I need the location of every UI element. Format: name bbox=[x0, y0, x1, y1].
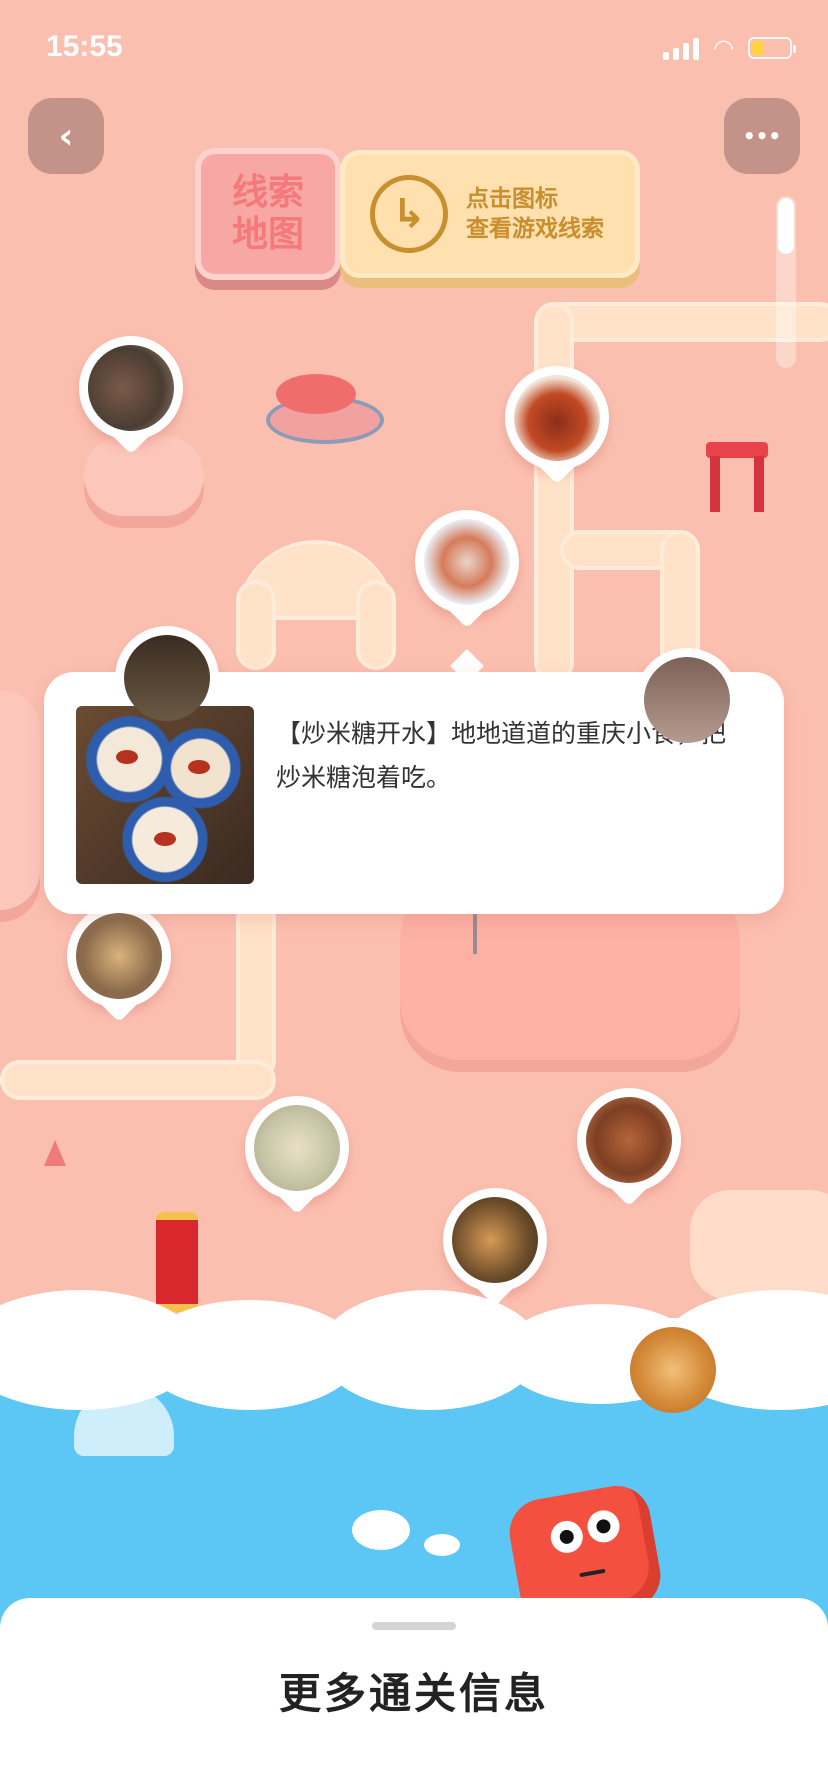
map-road bbox=[0, 1060, 276, 1100]
food-pin[interactable] bbox=[64, 904, 174, 1030]
status-icons: ◠ bbox=[663, 34, 796, 62]
clue-map-line1: 线索 bbox=[231, 172, 304, 213]
map-road bbox=[236, 900, 276, 1080]
more-icon: ••• bbox=[742, 124, 782, 148]
scrollbar-thumb[interactable] bbox=[778, 198, 794, 254]
tap-hint-line2: 查看游戏线索 bbox=[466, 216, 604, 242]
more-button[interactable]: ••• bbox=[724, 98, 800, 174]
cone-icon bbox=[44, 1140, 66, 1166]
status-time: 15:55 bbox=[46, 30, 123, 63]
small-cloud bbox=[424, 1534, 460, 1556]
food-pin[interactable] bbox=[76, 336, 186, 462]
battery-icon bbox=[748, 37, 796, 59]
signal-icon bbox=[663, 36, 700, 60]
map-platform bbox=[690, 1190, 828, 1300]
food-pin[interactable] bbox=[502, 366, 612, 492]
sheet-handle[interactable] bbox=[372, 1622, 456, 1630]
small-cloud bbox=[352, 1510, 410, 1550]
sheet-title: 更多通关信息 bbox=[278, 1669, 549, 1718]
stool-icon bbox=[706, 442, 768, 512]
map-road bbox=[356, 580, 396, 670]
tap-hint-sign[interactable]: ↳ 点击图标 查看游戏线索 bbox=[340, 150, 640, 278]
popup-food-photo bbox=[76, 706, 254, 884]
wifi-icon: ◠ bbox=[713, 34, 734, 62]
clue-map-sign: 线索 地图 bbox=[195, 148, 341, 280]
map-road bbox=[236, 580, 276, 670]
clue-map-line2: 地图 bbox=[231, 214, 304, 255]
map-road bbox=[534, 302, 574, 682]
lamp-post bbox=[473, 914, 477, 954]
chevron-left-icon: ‹ bbox=[58, 115, 74, 157]
turn-arrow-icon: ↳ bbox=[370, 175, 448, 253]
food-pin[interactable] bbox=[242, 1096, 352, 1222]
back-button[interactable]: ‹ bbox=[28, 98, 104, 174]
tap-hint-line1: 点击图标 bbox=[466, 186, 558, 212]
map-platform bbox=[0, 690, 40, 910]
food-pin[interactable] bbox=[412, 510, 522, 636]
fish-pot-icon bbox=[256, 366, 384, 444]
food-pin[interactable] bbox=[574, 1088, 684, 1214]
